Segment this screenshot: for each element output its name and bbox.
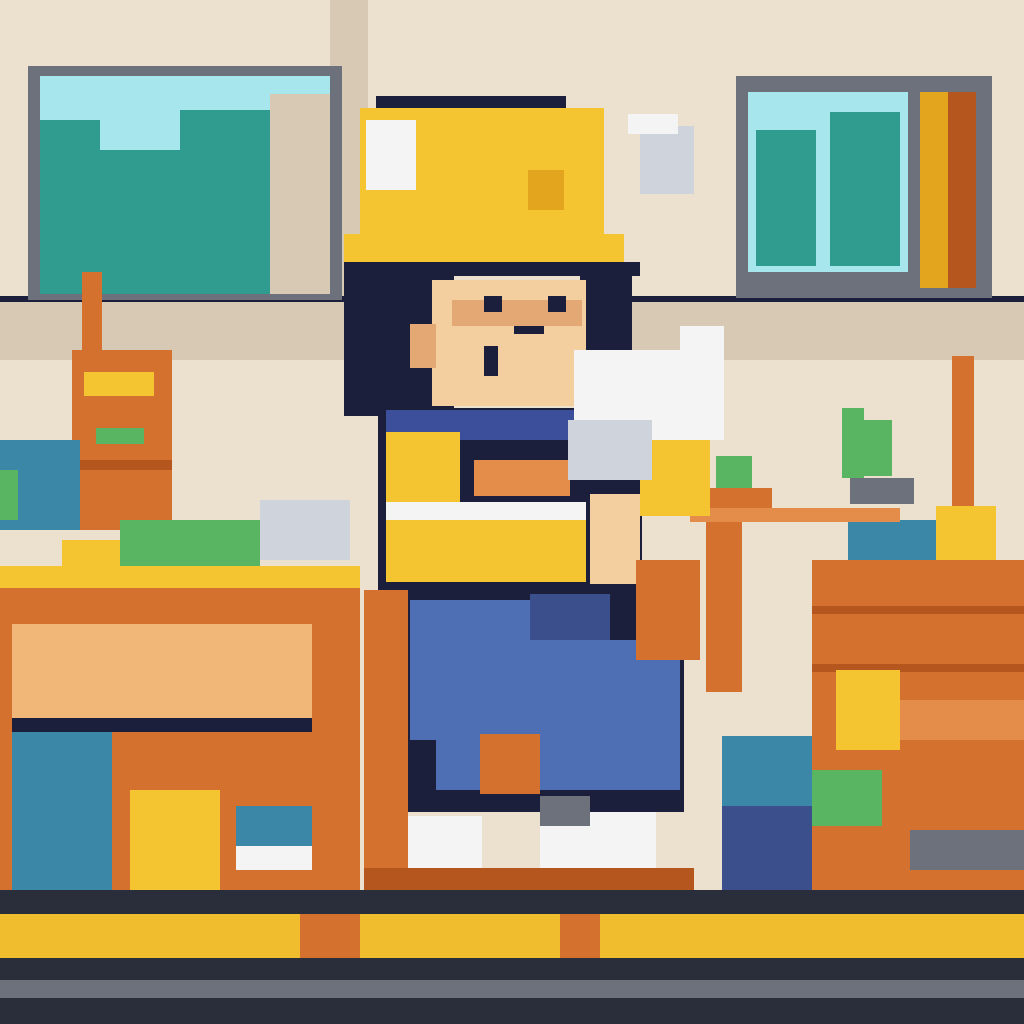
right-window [736, 76, 992, 298]
left-desk-shadow [12, 718, 312, 732]
floor-yellow-strip [0, 914, 1024, 960]
left-shoe [400, 816, 482, 868]
left-desk-drawer-yellow [130, 790, 220, 890]
right-stack-teal [848, 520, 936, 560]
left-window-tree-c [180, 110, 270, 294]
vest-pocket [474, 460, 570, 496]
right-hand [590, 494, 640, 584]
left-desk-drawer-blue [236, 806, 312, 846]
jeans-shade [530, 594, 610, 640]
right-floor-teal-box [722, 736, 812, 806]
right-table-leg [706, 522, 742, 692]
right-table-top [690, 508, 900, 522]
right-stack-mortar-a [812, 606, 1024, 614]
right-eye [548, 296, 566, 312]
right-table-pot [706, 488, 772, 508]
helmet-badge [528, 170, 564, 210]
vest-stripe [386, 502, 586, 520]
left-desk [0, 566, 360, 896]
pixel-art-scene [0, 0, 1024, 1024]
crate-small-gray [540, 796, 590, 826]
right-stack-gray [910, 830, 1024, 870]
scene-canvas [0, 0, 1024, 1024]
left-window-side [270, 94, 330, 294]
left-desk-edge [0, 566, 360, 588]
right-leg [540, 640, 680, 790]
floor-gray-line [0, 980, 1024, 998]
crate-center [480, 734, 540, 794]
vest-left-panel [386, 432, 460, 502]
right-window-leaf-a [756, 130, 816, 266]
plant-pot [850, 478, 914, 504]
helmet-highlight [366, 120, 416, 190]
right-table-plant [716, 456, 752, 492]
floor-dark-strip [0, 890, 1024, 918]
right-window-shutter-dark [948, 92, 976, 288]
wall-gadget-body [640, 126, 694, 194]
crate-base [364, 868, 694, 892]
left-column-divider [72, 460, 172, 470]
right-floor-dark-box [722, 806, 812, 890]
paper-roll-tip [680, 326, 724, 366]
block-green-a [0, 470, 18, 520]
crate-left-pillar [364, 590, 408, 890]
plant-leaf-a [842, 408, 864, 478]
left-column-window [96, 428, 144, 444]
right-window-leaf-b [830, 112, 900, 266]
left-window-tree-a [40, 120, 100, 294]
left-leg [410, 600, 540, 740]
ear [410, 324, 436, 368]
left-desk-drawer-white [236, 846, 312, 870]
left-eye [484, 296, 502, 312]
smile [514, 326, 544, 334]
paper-roll-fold [568, 420, 652, 480]
block-yellow-a [62, 540, 120, 570]
left-desk-top-panel [12, 624, 312, 718]
helmet-brim [344, 234, 624, 264]
open-mouth [484, 346, 498, 376]
crate-right [636, 560, 700, 660]
left-shin [436, 740, 480, 790]
left-column-slot [84, 372, 154, 396]
right-stack-yellow-top [936, 506, 996, 560]
right-floor-green-box [812, 770, 882, 826]
floor-orange-tile-a [300, 914, 360, 960]
right-stack-post [952, 356, 974, 506]
right-stack-light-brick [900, 700, 1024, 740]
floor [0, 890, 1024, 1024]
block-white-a [260, 500, 350, 560]
floor-orange-tile-b [560, 914, 600, 960]
left-window-tree-b [100, 150, 180, 294]
plant-leaf-b [864, 420, 892, 476]
left-desk-drawer-teal [12, 732, 112, 892]
helmet-brim-shadow [344, 262, 640, 276]
wall-gadget-top [628, 114, 678, 134]
right-stack-yellow [836, 670, 900, 750]
left-window [28, 66, 342, 300]
